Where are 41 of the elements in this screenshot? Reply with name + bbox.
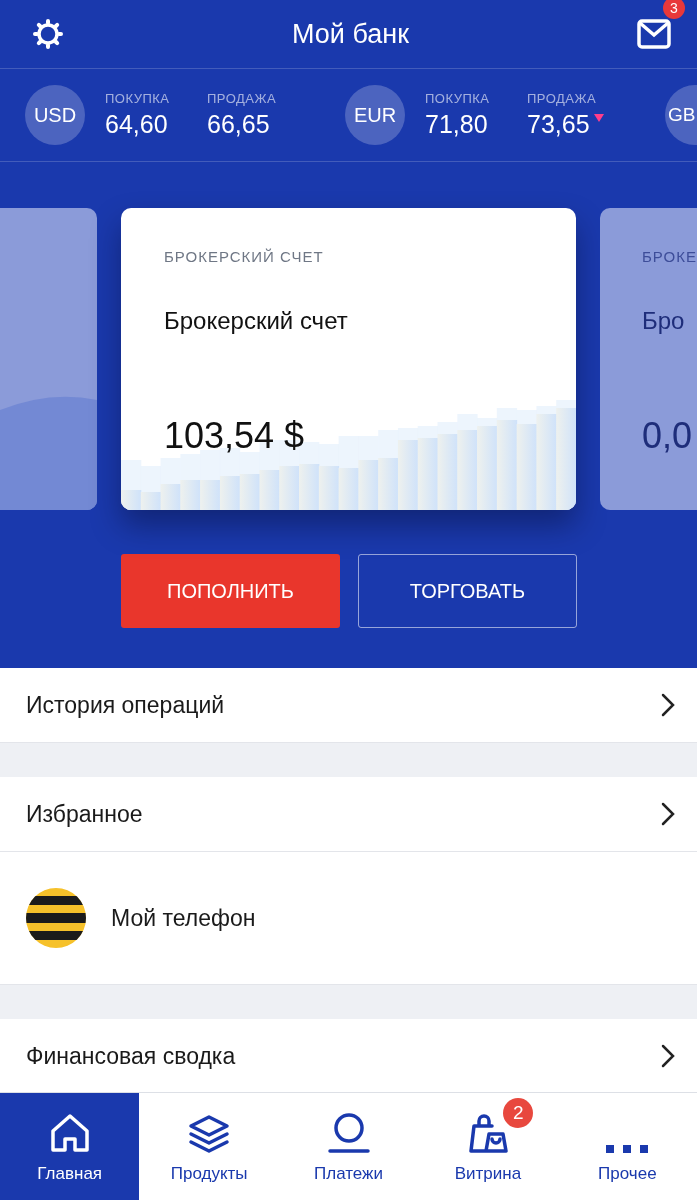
menu-label: История операций [26,691,225,719]
account-type: БРОКЕ [642,248,697,265]
tab-item[interactable]: Главная [0,1093,140,1200]
menu-label: Финансовая сводка [26,1042,236,1070]
menu-row[interactable]: Мой телефон [0,852,697,985]
menu-row[interactable]: Избранное [0,777,697,852]
currency-badge: USD [25,85,85,145]
notification-badge: 3 [663,0,685,19]
account-card[interactable]: БРОКЕ Бро 0,0 [600,208,697,510]
account-title: Брокерский счет [164,307,349,335]
currency-badge: GB [665,85,697,145]
account-title: Бро [642,307,686,335]
rate-label: ПОКУПКА [425,91,491,106]
trade-button[interactable]: ТОРГОВАТЬ [358,554,577,628]
rate-label: ПРОДАЖА [527,91,598,106]
menu-label: Мой телефон [111,904,256,932]
tab-label: Продукты [170,1164,248,1184]
rate-value: 66,65 [207,110,270,139]
menu-row[interactable]: История операций [0,668,697,743]
rate-value: 73,65 [527,110,590,139]
tab-item[interactable]: Витрина 2 [418,1093,558,1200]
screen-title: Мой банк [292,18,409,50]
tab-label: Витрина [454,1164,522,1184]
account-type: БРОКЕРСКИЙ СЧЕТ [164,248,325,265]
top-up-button[interactable]: ПОПОЛНИТЬ [121,554,340,628]
rate-value: 64,60 [105,110,169,139]
tab-item[interactable]: Прочее [557,1093,697,1200]
tab-label: Главная [37,1164,103,1184]
tab-item[interactable]: Продукты [139,1093,279,1200]
account-balance: 103,54 $ [164,415,306,457]
rate-label: ПОКУПКА [105,91,171,106]
tab-label: Прочее [598,1164,657,1184]
tab-item[interactable]: Платежи [278,1093,419,1200]
tab-label: Платежи [314,1164,383,1184]
account-card[interactable]: БРОКЕРСКИЙ СЧЕТ Брокерский счет 103,54 $ [121,208,576,510]
notification-badge: 2 [503,1098,534,1128]
menu-label: Избранное [26,800,143,828]
account-balance: 0,0 [642,415,694,457]
rate-label: ПРОДАЖА [207,91,278,106]
rate-value: 71,80 [425,110,489,139]
currency-badge: EUR [345,85,405,145]
